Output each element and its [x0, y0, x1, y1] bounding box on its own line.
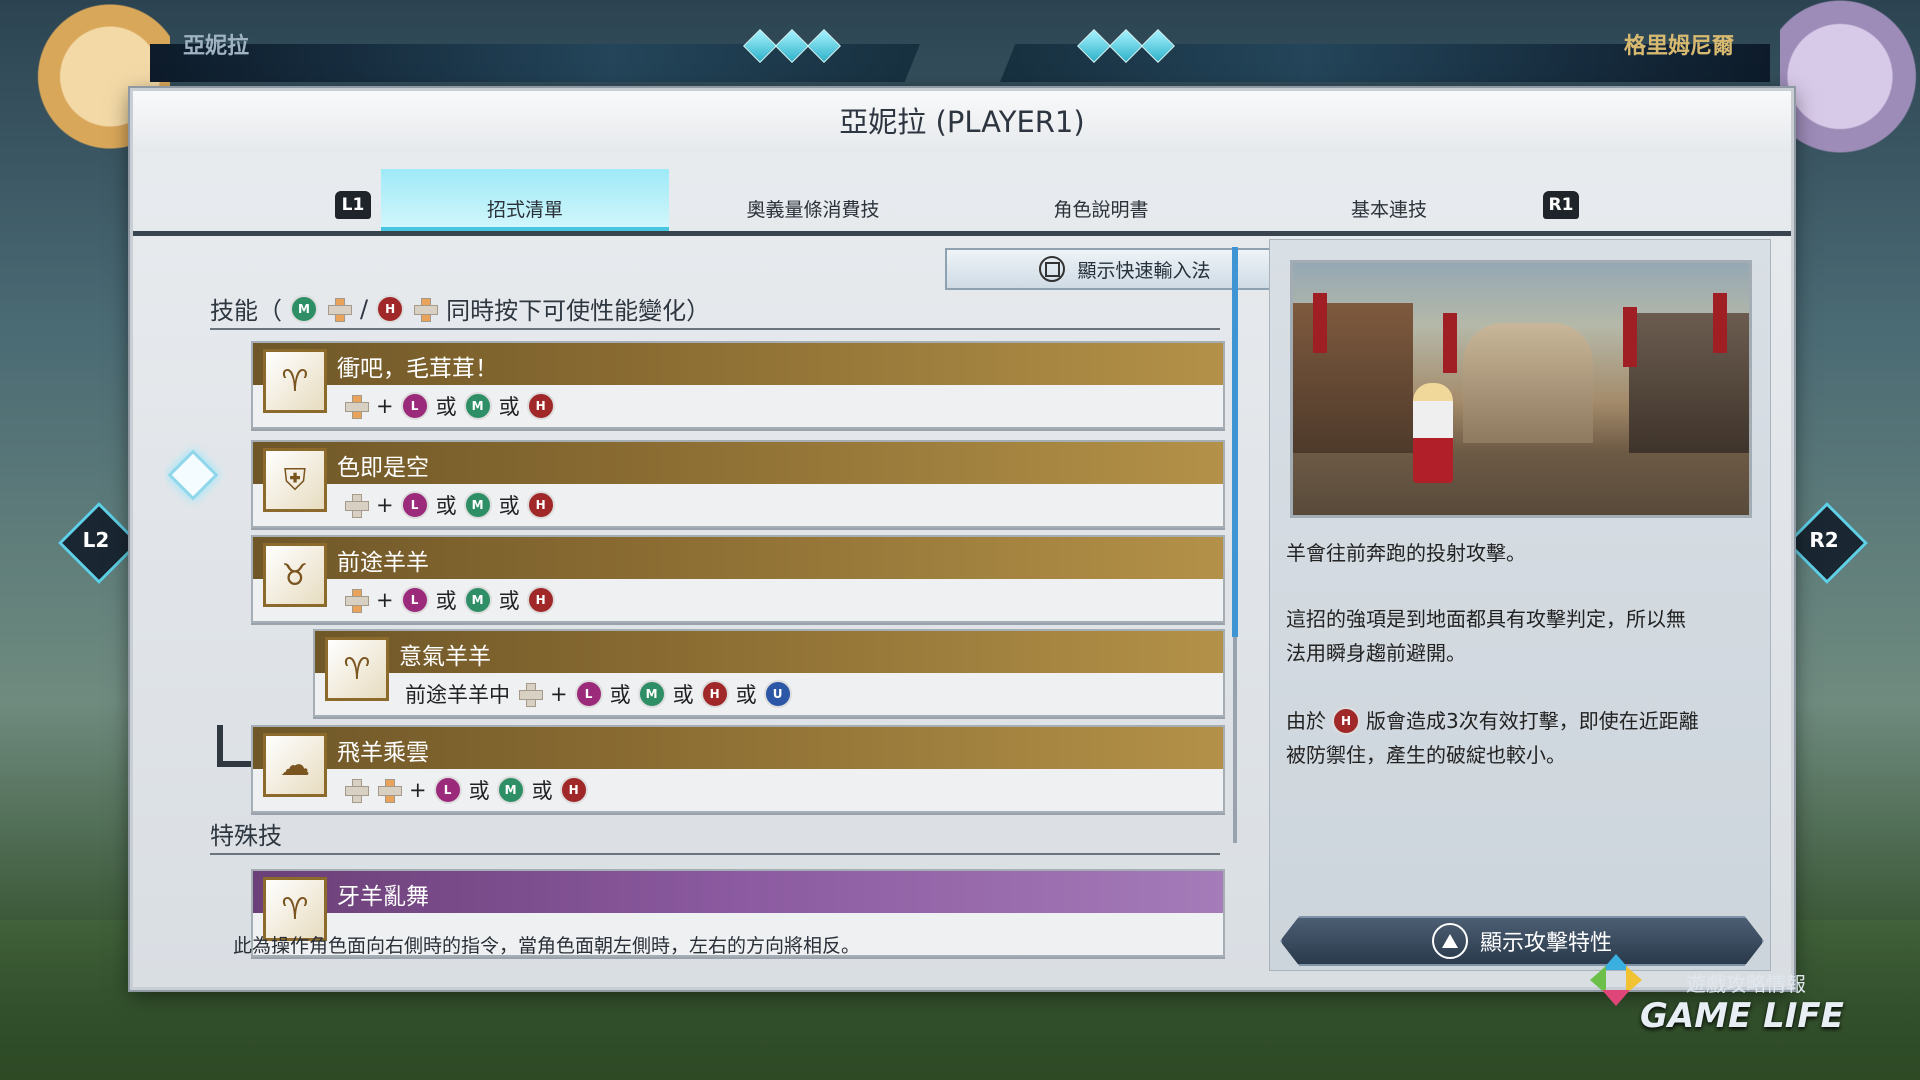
- h-button-icon: H: [559, 776, 588, 804]
- direction-icon: [326, 296, 352, 322]
- shield-claw-icon: ⛨: [263, 448, 327, 512]
- l-button-icon: L: [400, 586, 429, 614]
- move-row[interactable]: ⛨ 色即是空 + L 或 M 或 H: [251, 440, 1225, 528]
- gem-icon: [775, 29, 809, 63]
- direction-icon: [343, 587, 369, 613]
- p1-name: 亞妮拉: [183, 34, 250, 59]
- u-button-icon: U: [763, 680, 792, 708]
- l-button-icon: L: [574, 680, 603, 708]
- h-button-icon: H: [526, 586, 555, 614]
- skills-header-suffix: 同時按下可使性能變化）: [446, 297, 711, 325]
- move-name: 意氣羊羊: [399, 644, 491, 670]
- skills-header-title: 技能（: [210, 297, 282, 325]
- description-para-1: 羊會往前奔跑的投射攻擊。: [1286, 541, 1526, 565]
- gem-icon: [1109, 29, 1143, 63]
- p2-portrait: [1780, 0, 1920, 170]
- direction-icon: [376, 777, 402, 803]
- move-prefix: 前途羊羊中: [405, 683, 510, 707]
- watermark-logo: GAME LIFE: [1640, 996, 1844, 1036]
- watermark-subtitle: 遊戲攻略情報: [1686, 972, 1806, 996]
- move-row[interactable]: ♈ 衝吧，毛茸茸！ + L 或 M 或 H: [251, 341, 1225, 429]
- direction-icon: [343, 492, 369, 518]
- h-button-icon: H: [526, 392, 555, 420]
- tab-basic-combos[interactable]: 基本連技: [1245, 169, 1533, 231]
- r1-button[interactable]: R1: [1543, 191, 1579, 219]
- triangle-button-icon: [1431, 923, 1468, 959]
- move-preview-image: [1290, 260, 1752, 518]
- move-command: + L 或 M 或 H: [343, 775, 588, 805]
- move-name: 飛羊乘雲: [337, 740, 429, 766]
- h-button-icon: H: [700, 680, 729, 708]
- special-header: 特殊技: [210, 816, 282, 851]
- show-attack-attributes-button[interactable]: 顯示攻擊特性: [1280, 916, 1764, 966]
- fighter-figure: [1413, 383, 1453, 483]
- direction-icon: [517, 681, 543, 707]
- gem-icon: [743, 29, 777, 63]
- move-command: + L 或 M 或 H: [343, 585, 555, 615]
- gem-icon: [807, 29, 841, 63]
- tab-move-list[interactable]: 招式清單: [381, 169, 669, 231]
- sheep-fly-icon: ☁: [263, 733, 327, 797]
- direction-icon: [343, 777, 369, 803]
- l-button-icon: L: [400, 392, 429, 420]
- p2-name: 格里姆尼爾: [1624, 34, 1735, 59]
- r2-label: R2: [1809, 528, 1839, 552]
- move-row[interactable]: ☁ 飛羊乘雲 + L 或 M 或 H: [251, 725, 1225, 813]
- move-row[interactable]: ♈ 意氣羊羊 前途羊羊中 + L 或 M 或 H 或 U: [313, 629, 1225, 717]
- h-button-icon: H: [1332, 707, 1360, 735]
- selection-cursor-icon: [167, 449, 219, 501]
- move-name: 牙羊亂舞: [337, 884, 429, 910]
- m-button-icon: M: [637, 680, 666, 708]
- panel-title: 亞妮拉 (PLAYER1): [133, 91, 1791, 153]
- special-divider: [210, 853, 1220, 855]
- direction-icon: [412, 296, 439, 322]
- move-row[interactable]: ♉ 前途羊羊 + L 或 M 或 H: [251, 535, 1225, 623]
- description-para-2: 這招的強項是到地面都具有攻擊判定，所以無 法用瞬身趨前避開。: [1286, 607, 1686, 665]
- m-button-icon: M: [496, 776, 525, 804]
- skills-header-separator: /: [360, 294, 369, 323]
- move-detail-panel: 羊會往前奔跑的投射攻擊。 這招的強項是到地面都具有攻擊判定，所以無 法用瞬身趨前…: [1269, 239, 1771, 971]
- description-para-3: 由於 H 版會造成3次有效打擊，即使在近距離 被防禦住，產生的破綻也較小。: [1286, 707, 1699, 767]
- move-list: 技能（ M / H 同時按下可使性能變化） ♈ 衝吧，毛茸茸！ + L 或 M …: [165, 241, 1285, 963]
- p2-round-gems: [1077, 29, 1175, 63]
- tab-super-moves[interactable]: 奧義量條消費技: [669, 169, 957, 231]
- gem-icon: [1141, 29, 1175, 63]
- ps-buttons-logo-icon: [1590, 954, 1642, 1006]
- h-button-icon: H: [376, 294, 405, 323]
- tab-character-guide[interactable]: 角色說明書: [957, 169, 1245, 231]
- h-button-icon: H: [526, 491, 555, 519]
- l2-button[interactable]: L2: [56, 500, 141, 585]
- move-name: 前途羊羊: [337, 550, 429, 576]
- special-header-title: 特殊技: [210, 822, 282, 850]
- m-button-icon: M: [463, 392, 492, 420]
- sheep-horn-icon: ♈: [263, 349, 327, 413]
- skills-header: 技能（ M / H 同時按下可使性能變化）: [210, 291, 710, 326]
- m-button-icon: M: [463, 586, 492, 614]
- p1-round-gems: [743, 29, 841, 63]
- l1-button[interactable]: L1: [335, 191, 371, 219]
- move-command: + L 或 M 或 H: [343, 490, 555, 520]
- move-name: 色即是空: [337, 455, 429, 481]
- l2-label: L2: [82, 528, 110, 552]
- move-command: + L 或 M 或 H: [343, 391, 555, 421]
- move-name: 衝吧，毛茸茸！: [337, 356, 498, 382]
- r2-button[interactable]: R2: [1784, 500, 1869, 585]
- command-list-panel: 亞妮拉 (PLAYER1) L1 招式清單 奧義量條消費技 角色說明書 基本連技…: [130, 88, 1794, 990]
- m-button-icon: M: [463, 491, 492, 519]
- skills-divider: [210, 328, 1220, 330]
- tab-bar: L1 招式清單 奧義量條消費技 角色說明書 基本連技 R1: [133, 161, 1791, 236]
- sheep-run-icon: ♉: [263, 543, 327, 607]
- sheep-spin-icon: ♈: [325, 637, 389, 701]
- m-button-icon: M: [290, 294, 318, 323]
- move-command: 前途羊羊中 + L 或 M 或 H 或 U: [405, 679, 792, 709]
- l-button-icon: L: [400, 491, 429, 519]
- direction-footnote: 此為操作角色面向右側時的指令，當角色面朝左側時，左右的方向將相反。: [233, 935, 861, 957]
- direction-icon: [343, 393, 369, 419]
- gem-icon: [1077, 29, 1111, 63]
- l-button-icon: L: [433, 776, 462, 804]
